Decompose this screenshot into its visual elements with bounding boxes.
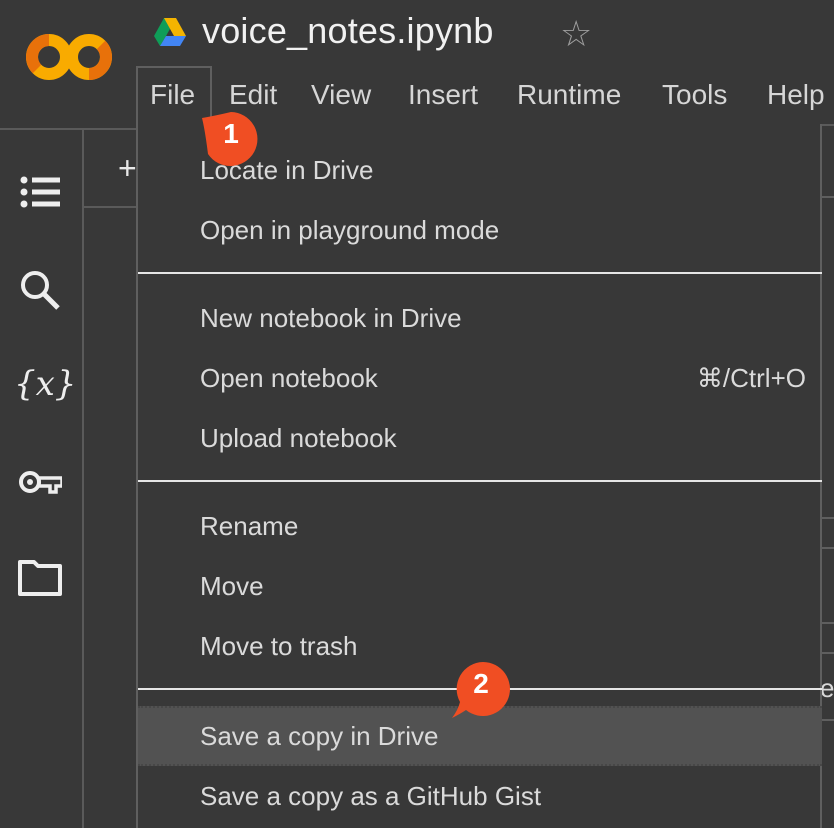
file-menu-dropdown: Locate in Drive Open in playground mode … (136, 124, 822, 828)
divider (0, 128, 136, 130)
menu-tools[interactable]: Tools (662, 78, 727, 112)
menu-item-move[interactable]: Move (200, 570, 264, 602)
menu-item-upload-notebook[interactable]: Upload notebook (200, 422, 397, 454)
menu-help[interactable]: Help (767, 78, 825, 112)
table-of-contents-icon[interactable] (18, 170, 62, 214)
menu-item-open-notebook[interactable]: Open notebook (200, 362, 378, 394)
divider (822, 547, 834, 549)
sidebar-divider (82, 128, 84, 828)
notebook-title[interactable]: voice_notes.ipynb (202, 10, 494, 52)
files-folder-icon[interactable] (18, 556, 62, 600)
menu-item-open-in-playground-mode[interactable]: Open in playground mode (200, 214, 499, 246)
menu-item-new-notebook-in-drive[interactable]: New notebook in Drive (200, 302, 462, 334)
menu-item-rename[interactable]: Rename (200, 510, 298, 542)
menu-item-move-to-trash[interactable]: Move to trash (200, 630, 358, 662)
step-badge-1: 1 (202, 110, 260, 168)
toolbar-divider (84, 206, 136, 208)
google-drive-icon (152, 16, 188, 48)
menu-runtime[interactable]: Runtime (517, 78, 621, 112)
variables-icon[interactable]: {x} (14, 362, 76, 406)
menu-item-save-a-copy-as-github-gist[interactable]: Save a copy as a GitHub Gist (200, 780, 541, 812)
divider (822, 719, 834, 721)
menu-insert[interactable]: Insert (408, 78, 478, 112)
background-text-fragment: es (820, 673, 834, 703)
menu-view[interactable]: View (311, 78, 371, 112)
step-badge-number: 2 (473, 668, 489, 699)
colab-logo[interactable] (26, 30, 116, 84)
menu-divider (138, 480, 822, 482)
add-cell-button[interactable]: + (118, 150, 137, 187)
search-icon[interactable] (18, 268, 62, 312)
menu-item-save-a-copy-in-drive[interactable]: Save a copy in Drive (200, 720, 438, 752)
star-icon[interactable]: ☆ (560, 14, 592, 54)
divider (822, 652, 834, 654)
divider (822, 196, 834, 198)
step-badge-2: 2 (452, 660, 510, 718)
shortcut-open-notebook: ⌘/Ctrl+O (696, 363, 806, 393)
menu-file[interactable]: File (150, 78, 195, 112)
divider (822, 517, 834, 519)
step-badge-number: 1 (223, 118, 239, 149)
menu-edit[interactable]: Edit (229, 78, 277, 112)
divider (822, 622, 834, 624)
secrets-key-icon[interactable] (18, 462, 64, 506)
menu-divider (138, 272, 822, 274)
